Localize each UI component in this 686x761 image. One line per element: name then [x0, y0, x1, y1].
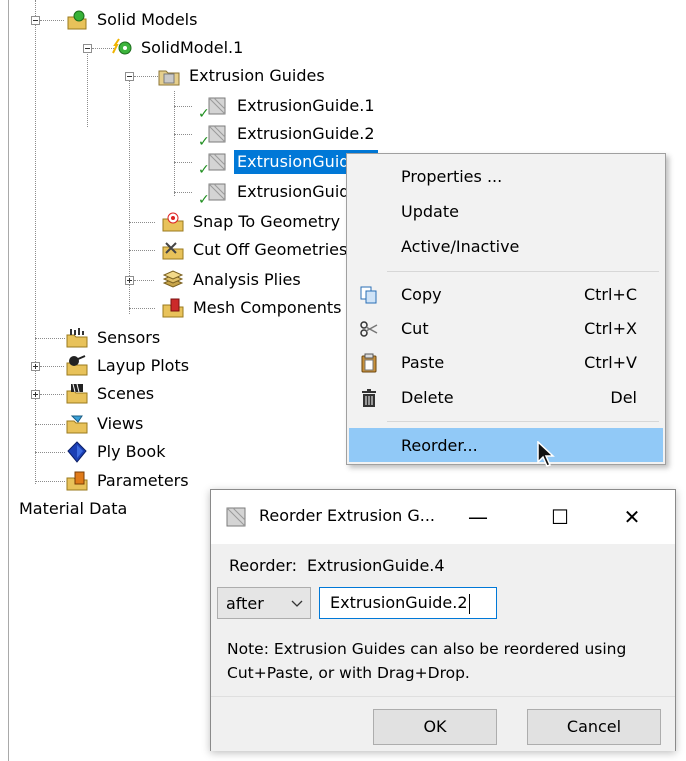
- active-check-icon: ✓: [198, 162, 210, 178]
- tree-line: [35, 424, 65, 425]
- position-select-value: after: [226, 593, 264, 613]
- tree-line: [134, 76, 158, 77]
- tree-line: [174, 192, 192, 193]
- tree-item-cut-off-geometries[interactable]: Cut Off Geometries: [162, 238, 350, 262]
- sensors-icon: [66, 327, 88, 349]
- extrusion-guides-folder-icon: [158, 65, 180, 87]
- cancel-button[interactable]: Cancel: [527, 709, 661, 745]
- tree-item-sensors[interactable]: Sensors: [66, 326, 163, 350]
- tree-line: [40, 394, 64, 395]
- expand-toggle-scenes[interactable]: [31, 390, 40, 399]
- tree-line: [40, 20, 64, 21]
- target-input[interactable]: ExtrusionGuide.2: [319, 587, 497, 619]
- analysis-plies-icon: [162, 269, 184, 291]
- dialog-title-bar[interactable]: Reorder Extrusion G... — ☐ ✕: [211, 490, 675, 544]
- paste-icon: [359, 353, 379, 373]
- context-menu: Properties ... Update Active/Inactive Co…: [346, 153, 666, 465]
- copy-icon: [359, 285, 379, 305]
- extrusion-guide-icon: [225, 506, 247, 528]
- menu-item-reorder[interactable]: Reorder...: [349, 428, 663, 462]
- tree-item-views[interactable]: Views: [66, 412, 146, 436]
- reorder-label: Reorder:: [229, 556, 298, 575]
- menu-item-copy[interactable]: Copy Ctrl+C: [349, 278, 663, 311]
- tree-line: [134, 280, 154, 281]
- menu-item-properties[interactable]: Properties ...: [349, 160, 663, 193]
- reorder-dialog: Reorder Extrusion G... — ☐ ✕ Reorder: Ex…: [210, 489, 676, 751]
- tree-line: [40, 366, 64, 367]
- tree-line: [174, 106, 192, 107]
- tree-line: [129, 222, 155, 223]
- extrusion-guide-icon: ✓: [198, 181, 228, 208]
- extrusion-guide-icon: ✓: [198, 123, 228, 150]
- minimize-button[interactable]: —: [455, 498, 501, 536]
- menu-item-update[interactable]: Update: [349, 195, 663, 228]
- tree-item-scenes[interactable]: Scenes: [66, 382, 157, 406]
- reorder-value: ExtrusionGuide.4: [307, 556, 445, 575]
- menu-item-delete[interactable]: Delete Del: [349, 381, 663, 414]
- tree-line: [35, 338, 65, 339]
- tree-item-extrusion-guides[interactable]: Extrusion Guides: [158, 64, 328, 88]
- reorder-row: Reorder: ExtrusionGuide.4: [229, 556, 445, 575]
- solid-models-icon: [66, 9, 88, 31]
- tree-item-snap-to-geometry[interactable]: Snap To Geometry: [162, 210, 343, 234]
- menu-separator: [387, 421, 659, 422]
- solid-model-icon: [110, 37, 132, 59]
- dialog-title: Reorder Extrusion G...: [259, 506, 436, 525]
- collapse-toggle-solidmodel-1[interactable]: [83, 44, 92, 53]
- tree-item-layup-plots[interactable]: Layup Plots: [66, 354, 192, 378]
- cut-off-geometries-icon: [162, 239, 184, 261]
- menu-separator: [387, 271, 659, 272]
- maximize-button[interactable]: ☐: [537, 498, 583, 536]
- text-caret: [468, 593, 470, 614]
- tree-line: [87, 49, 88, 127]
- tree-item-solid-models[interactable]: Solid Models: [66, 8, 200, 32]
- expand-toggle-analysis-plies[interactable]: [125, 276, 134, 285]
- active-check-icon: ✓: [198, 134, 210, 150]
- expand-toggle-layup-plots[interactable]: [31, 362, 40, 371]
- tree-line: [129, 250, 155, 251]
- tree-line: [174, 162, 192, 163]
- active-check-icon: ✓: [198, 192, 210, 208]
- scenes-icon: [66, 383, 88, 405]
- extrusion-guide-icon: ✓: [198, 151, 228, 178]
- menu-item-paste[interactable]: Paste Ctrl+V: [349, 346, 663, 379]
- tree-item-extrusionguide-2[interactable]: ✓ ExtrusionGuide.2: [198, 122, 378, 150]
- target-input-value: ExtrusionGuide.2: [330, 593, 468, 612]
- menu-item-cut[interactable]: Cut Ctrl+X: [349, 312, 663, 345]
- chevron-down-icon: [288, 594, 306, 612]
- menu-item-active-inactive[interactable]: Active/Inactive: [349, 230, 663, 263]
- tree-line: [174, 134, 192, 135]
- trash-icon: [359, 388, 379, 408]
- tree-item-extrusionguide-1[interactable]: ✓ ExtrusionGuide.1: [198, 94, 378, 122]
- collapse-toggle-solid-models[interactable]: [31, 16, 40, 25]
- tree-item-solidmodel-1[interactable]: SolidModel.1: [110, 36, 246, 60]
- tree-item-analysis-plies[interactable]: Analysis Plies: [162, 268, 304, 292]
- scissors-icon: [359, 319, 379, 339]
- mesh-components-icon: [162, 297, 184, 319]
- layup-plots-icon: [66, 355, 88, 377]
- ok-button[interactable]: OK: [373, 709, 497, 745]
- tree-line: [35, 0, 36, 484]
- tree-item-material-data[interactable]: Material Data: [16, 497, 130, 521]
- views-icon: [66, 413, 88, 435]
- collapse-toggle-extrusion-guides[interactable]: [125, 72, 134, 81]
- active-check-icon: ✓: [198, 106, 210, 122]
- parameters-icon: [66, 470, 88, 492]
- mouse-cursor-icon: [537, 441, 555, 467]
- dialog-note: Note: Extrusion Guides can also be reord…: [227, 640, 627, 682]
- tree-line: [35, 452, 65, 453]
- tree-left-border: [8, 0, 9, 761]
- tree-item-mesh-components[interactable]: Mesh Components: [162, 296, 344, 320]
- tree-item-ply-book[interactable]: Ply Book: [66, 440, 168, 464]
- tree-line: [129, 308, 155, 309]
- position-select[interactable]: after: [217, 587, 311, 619]
- ply-book-icon: [66, 441, 88, 463]
- tree-item-parameters[interactable]: Parameters: [66, 469, 192, 493]
- dialog-footer: OK Cancel: [211, 696, 675, 751]
- extrusion-guide-icon: ✓: [198, 95, 228, 122]
- snap-to-geometry-icon: [162, 211, 184, 233]
- close-button[interactable]: ✕: [609, 498, 655, 536]
- tree-line: [35, 481, 65, 482]
